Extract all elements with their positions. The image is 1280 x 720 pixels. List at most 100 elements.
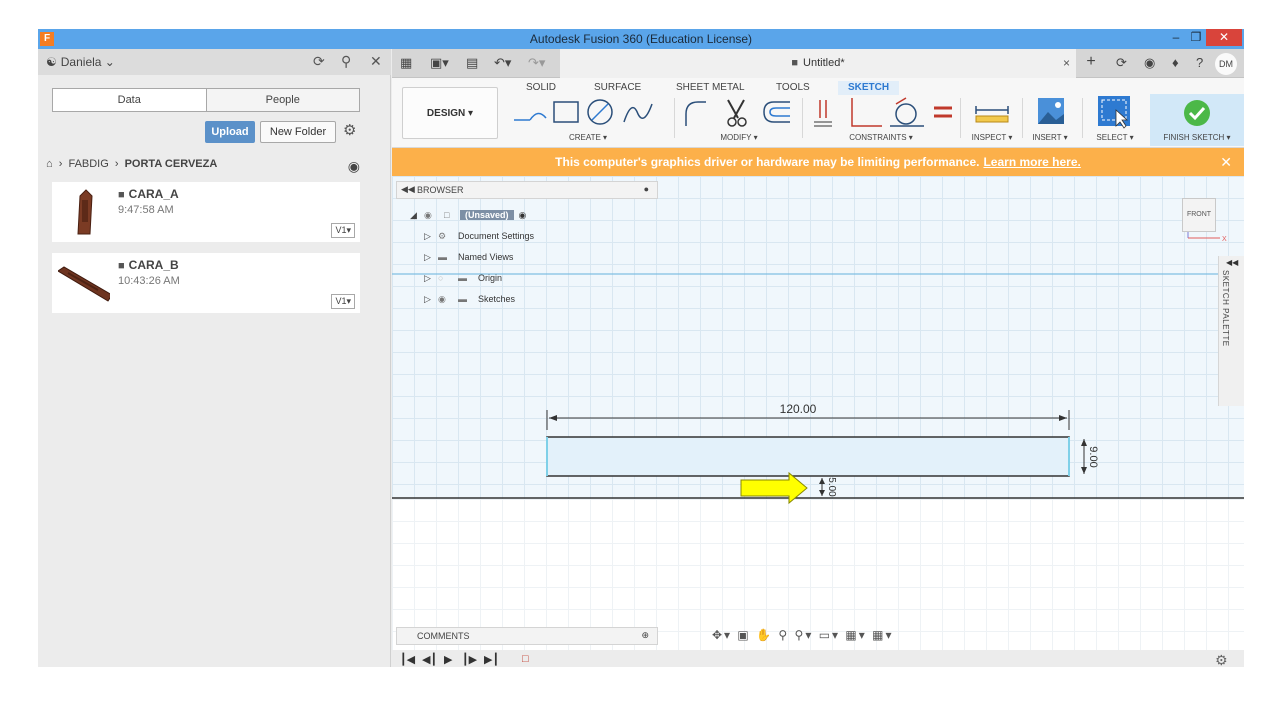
home-icon[interactable]: ⌂	[46, 158, 53, 170]
file-menu-icon[interactable]: ▣▾	[430, 55, 449, 71]
dimension-width-label[interactable]: 120.00	[780, 402, 817, 416]
dimension-small-label[interactable]: 5.00	[826, 477, 837, 497]
pan-hand-icon[interactable]: ✋	[756, 628, 773, 642]
minimize-button[interactable]: –	[1166, 29, 1186, 46]
upload-button[interactable]: Upload	[205, 121, 255, 143]
save-icon[interactable]: ▤	[466, 55, 478, 71]
comments-panel[interactable]: COMMENTS ⊕	[396, 627, 658, 645]
collapse-icon[interactable]: ◀◀	[401, 184, 415, 195]
tab-sheet-metal[interactable]: SHEET METAL	[676, 81, 745, 95]
viewports-icon[interactable]: ▦▾	[872, 628, 893, 642]
gear-icon[interactable]: ⚙	[1215, 652, 1228, 667]
close-panel-icon[interactable]: ✕	[370, 53, 382, 70]
fit-icon[interactable]: ⚲▾	[795, 628, 814, 642]
design-cube-icon: ■	[118, 189, 125, 201]
step-forward-icon[interactable]: ┃▶	[462, 653, 477, 666]
finish-sketch-button[interactable]: FINISH SKETCH ▾	[1150, 94, 1244, 146]
avatar[interactable]: DM	[1215, 53, 1237, 75]
search-icon[interactable]: ⚲	[341, 53, 351, 70]
file-time: 9:47:58 AM	[118, 204, 174, 216]
inspect-group[interactable]: INSPECT ▾	[962, 96, 1022, 144]
learn-more-link[interactable]: Learn more here.	[983, 155, 1080, 169]
extensions-icon[interactable]: ⟳	[1116, 55, 1127, 71]
tab-solid[interactable]: SOLID	[526, 81, 556, 95]
constraints-group[interactable]: CONSTRAINTS ▾	[806, 96, 956, 144]
redo-icon[interactable]: ↷▾	[528, 55, 545, 71]
tab-untitled[interactable]: ■ Untitled* ×	[560, 49, 1076, 78]
file-card-cara-a[interactable]: ■ CARA_A 9:47:58 AM V1▾	[52, 182, 360, 242]
sketch-rectangle[interactable]	[546, 436, 1070, 477]
expand-palette-icon[interactable]: ◀◀	[1226, 258, 1238, 267]
dimension-height-label[interactable]: 9.00	[1087, 446, 1099, 467]
comments-title: COMMENTS	[417, 631, 470, 641]
display-settings-icon[interactable]: ▭▾	[819, 628, 840, 642]
create-menu[interactable]: CREATE ▾	[508, 133, 668, 142]
go-to-end-icon[interactable]: ▶┃	[484, 653, 499, 666]
add-comment-icon[interactable]: ⊕	[641, 630, 649, 641]
expand-arrow-icon[interactable]: ▷	[424, 248, 438, 266]
app-grid-icon[interactable]: ▦	[400, 55, 412, 71]
select-menu[interactable]: SELECT ▾	[1086, 133, 1144, 142]
insert-group[interactable]: INSERT ▾	[1024, 96, 1076, 144]
pin-icon[interactable]: ●	[644, 184, 649, 194]
visibility-eye-icon[interactable]: ◉	[424, 206, 444, 224]
modify-group[interactable]: MODIFY ▾	[680, 96, 798, 144]
expand-arrow-icon[interactable]: ▷	[424, 269, 438, 287]
hidden-eye-icon[interactable]: ○	[438, 269, 458, 287]
tab-tools[interactable]: TOOLS	[776, 81, 810, 95]
file-card-cara-b[interactable]: ■ CARA_B 10:43:26 AM V1▾	[52, 253, 360, 313]
orbit-icon[interactable]: ✥▾	[712, 628, 732, 642]
go-to-start-icon[interactable]: ┃◀	[400, 653, 415, 666]
viewcube[interactable]: FRONT	[1182, 198, 1216, 232]
constraints-menu[interactable]: CONSTRAINTS ▾	[806, 133, 956, 142]
tree-item-named-views[interactable]: ▷ ▬ Named Views	[424, 248, 513, 266]
step-back-icon[interactable]: ◀┃	[422, 653, 437, 666]
sketch-palette-tab[interactable]: ◀◀ SKETCH PALETTE	[1218, 256, 1244, 406]
version-badge[interactable]: V1▾	[331, 223, 355, 238]
expand-triangle-icon[interactable]: ◢	[410, 206, 424, 224]
help-icon[interactable]: ?	[1196, 55, 1203, 70]
browser-panel-header[interactable]: ◀◀ BROWSER ●	[396, 181, 658, 199]
tree-item-document-settings[interactable]: ▷ ⚙ Document Settings	[424, 227, 534, 245]
insert-menu[interactable]: INSERT ▾	[1024, 133, 1076, 142]
timeline-sketch-feature-icon[interactable]: □	[522, 653, 529, 665]
version-badge[interactable]: V1▾	[331, 294, 355, 309]
tree-item-sketches[interactable]: ▷ ◉ ▬ Sketches	[424, 290, 515, 308]
expand-arrow-icon[interactable]: ▷	[424, 227, 438, 245]
inspect-menu[interactable]: INSPECT ▾	[962, 133, 1022, 142]
user-menu[interactable]: ☯ Daniela ⌄	[46, 55, 115, 69]
tab-data[interactable]: Data	[53, 89, 207, 111]
zoom-icon[interactable]: ⚲	[778, 628, 789, 642]
new-tab-button[interactable]: +	[1082, 54, 1100, 72]
maximize-button[interactable]: ❐	[1186, 29, 1206, 46]
breadcrumb-separator: ›	[114, 158, 119, 170]
sketch-canvas[interactable]: 120.00 9.00 5.00 Z	[392, 176, 1244, 656]
window-title: Autodesk Fusion 360 (Education License)	[529, 32, 753, 46]
dismiss-warning-icon[interactable]: ✕	[1220, 154, 1232, 171]
look-at-icon[interactable]: ▣	[737, 628, 750, 642]
gear-icon[interactable]: ⚙	[343, 121, 356, 139]
close-window-button[interactable]: ✕	[1206, 29, 1242, 46]
visibility-eye-icon[interactable]: ◉	[438, 290, 458, 308]
job-status-icon[interactable]: ◉	[1144, 55, 1155, 71]
refresh-icon[interactable]: ⟳	[313, 53, 325, 70]
expand-arrow-icon[interactable]: ▷	[424, 290, 438, 308]
activate-radio-icon[interactable]: ◉	[519, 210, 527, 220]
tab-surface[interactable]: SURFACE	[594, 81, 641, 95]
tab-sketch[interactable]: SKETCH	[838, 81, 900, 95]
play-icon[interactable]: ▶	[444, 653, 452, 666]
select-group[interactable]: SELECT ▾	[1086, 96, 1144, 144]
tab-people[interactable]: People	[207, 89, 360, 111]
tree-item-origin[interactable]: ▷ ○ ▬ Origin	[424, 269, 502, 287]
undo-icon[interactable]: ↶▾	[494, 55, 511, 71]
breadcrumb-project[interactable]: FABDIG	[68, 158, 108, 170]
create-group[interactable]: CREATE ▾	[508, 96, 668, 144]
grid-settings-icon[interactable]: ▦▾	[845, 628, 866, 642]
tree-root[interactable]: ◢ ◉ □ (Unsaved) ◉	[410, 206, 526, 224]
notifications-icon[interactable]: ♦	[1172, 55, 1179, 70]
modify-menu[interactable]: MODIFY ▾	[680, 133, 798, 142]
new-folder-button[interactable]: New Folder	[260, 121, 336, 143]
close-tab-icon[interactable]: ×	[1063, 56, 1070, 70]
workspace-switcher[interactable]: DESIGN ▾	[402, 87, 498, 139]
globe-icon[interactable]: ◉	[348, 158, 360, 175]
